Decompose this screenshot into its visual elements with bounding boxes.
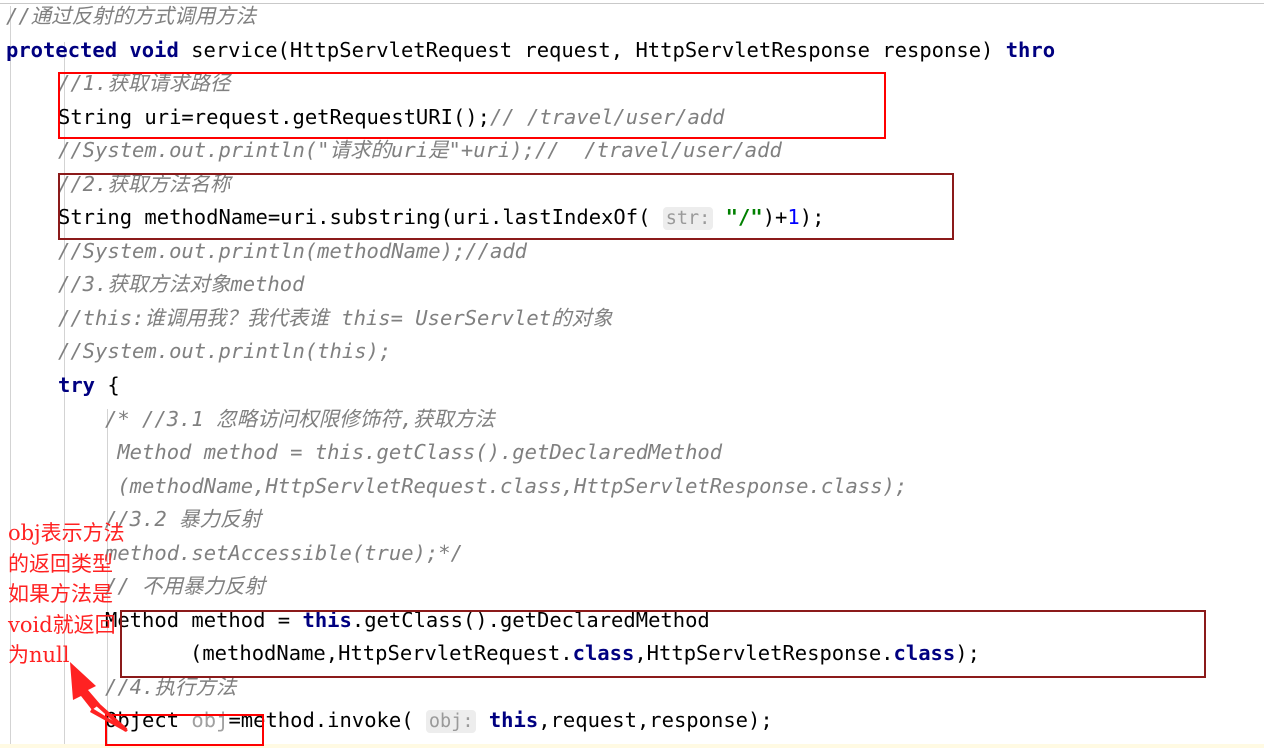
code-line[interactable]: //System.out.println("请求的uri是"+uri);// /… — [0, 134, 1264, 168]
code-token: //System.out.println(this); — [58, 339, 392, 364]
code-token: method.setAccessible(true);*/ — [105, 540, 463, 565]
code-token: //通过反射的方式调用方法 — [6, 4, 257, 28]
code-token: obj — [191, 708, 229, 733]
code-editor[interactable]: //通过反射的方式调用方法 protected void service(Http… — [0, 0, 1264, 748]
code-line[interactable]: //2.获取方法名称 — [0, 168, 1264, 202]
code-line[interactable]: //3.2 暴力反射 — [0, 503, 1264, 537]
code-line[interactable]: //通过反射的方式调用方法 — [0, 0, 1264, 34]
code-token: // 不用暴力反射 — [105, 574, 266, 599]
code-token: { — [107, 373, 120, 398]
code-token: // /travel/user/add — [489, 104, 725, 129]
code-token: ,request,response); — [538, 708, 773, 733]
code-token: /* //3.1 忽略访问权限修饰符,获取方法 — [105, 406, 495, 431]
code-token: //2.获取方法名称 — [58, 171, 231, 196]
code-token: //System.out.println("请求的uri是"+uri);// /… — [58, 138, 782, 163]
code-line[interactable]: Method method = this.getClass().getDecla… — [0, 436, 1264, 470]
code-line[interactable]: try { — [0, 369, 1264, 403]
code-token: service(HttpServletRequest request, Http… — [191, 37, 1006, 62]
code-line[interactable]: //System.out.println(methodName);//add — [0, 235, 1264, 269]
code-line[interactable]: //4.执行方法 — [0, 671, 1264, 705]
code-token: str: — [662, 207, 714, 231]
code-line[interactable]: //this:谁调用我？我代表谁 this= UserServlet的对象 — [0, 302, 1264, 336]
annotation-line: 的返回类型 — [8, 551, 113, 576]
code-token: try — [58, 373, 108, 398]
code-token: obj: — [425, 710, 477, 734]
code-token: =method.invoke( — [228, 708, 426, 733]
code-line[interactable]: /* //3.1 忽略访问权限修饰符,获取方法 — [0, 403, 1264, 437]
code-line[interactable]: String uri=request.getRequestURI();// /t… — [0, 101, 1264, 135]
code-line[interactable]: //3.获取方法对象method — [0, 268, 1264, 302]
annotation-line: void就返回 — [8, 612, 116, 637]
current-line-highlight — [0, 744, 1264, 748]
code-token: String methodName=uri.substring(uri.last… — [58, 205, 663, 230]
code-token: (methodName,HttpServletRequest. — [190, 641, 573, 666]
code-token: class — [572, 641, 635, 666]
code-token: ,HttpServletResponse. — [634, 641, 894, 666]
code-line[interactable]: // 不用暴力反射 — [0, 570, 1264, 604]
code-line[interactable]: //1.获取请求路径 — [0, 67, 1264, 101]
code-line[interactable]: Method method = this.getClass().getDecla… — [0, 604, 1264, 638]
code-token: //1.获取请求路径 — [58, 71, 231, 96]
code-token: //3.2 暴力反射 — [105, 507, 262, 532]
code-token: ); — [955, 641, 980, 666]
code-token: .getClass().getDeclaredMethod — [351, 607, 710, 632]
code-token: Method method = — [105, 607, 303, 632]
code-token: //System.out.println(methodName);//add — [58, 238, 527, 263]
code-token: thro — [1005, 37, 1056, 62]
annotation-line: obj表示方法 — [8, 521, 125, 545]
code-token: String uri=request.getRequestURI(); — [58, 104, 490, 129]
code-token: class — [893, 641, 956, 666]
code-text-area[interactable]: //通过反射的方式调用方法 protected void service(Http… — [0, 0, 1264, 738]
code-token: (methodName,HttpServletRequest.class,Htt… — [105, 473, 908, 498]
code-line[interactable]: (methodName,HttpServletRequest.class,Htt… — [0, 470, 1264, 504]
code-token: 1 — [787, 205, 800, 230]
code-line[interactable]: (methodName,HttpServletRequest.class,Htt… — [0, 637, 1264, 671]
code-token: ); — [799, 205, 825, 230]
code-token: "/" — [725, 205, 763, 230]
code-line[interactable]: //System.out.println(this); — [0, 335, 1264, 369]
code-line[interactable]: String methodName=uri.substring(uri.last… — [0, 201, 1264, 235]
code-line[interactable]: method.setAccessible(true);*/ — [0, 537, 1264, 571]
red-annotation-note: obj表示方法 的返回类型 如果方法是 void就返回 为null — [8, 518, 125, 671]
code-token: Method method = this.getClass().getDecla… — [105, 440, 723, 465]
code-token: )+ — [762, 205, 788, 230]
code-line[interactable]: Object obj=method.invoke( obj: this,requ… — [0, 704, 1264, 738]
red-arrow-icon — [70, 662, 128, 732]
code-token: //3.获取方法对象method — [58, 272, 305, 297]
code-token: this — [488, 708, 539, 733]
code-token: //this:谁调用我？我代表谁 this= UserServlet的对象 — [58, 305, 613, 330]
code-line[interactable]: protected void service(HttpServletReques… — [0, 34, 1264, 68]
code-token: this — [302, 607, 352, 632]
code-token: protected void — [6, 37, 192, 62]
annotation-line: 如果方法是 — [8, 582, 113, 606]
